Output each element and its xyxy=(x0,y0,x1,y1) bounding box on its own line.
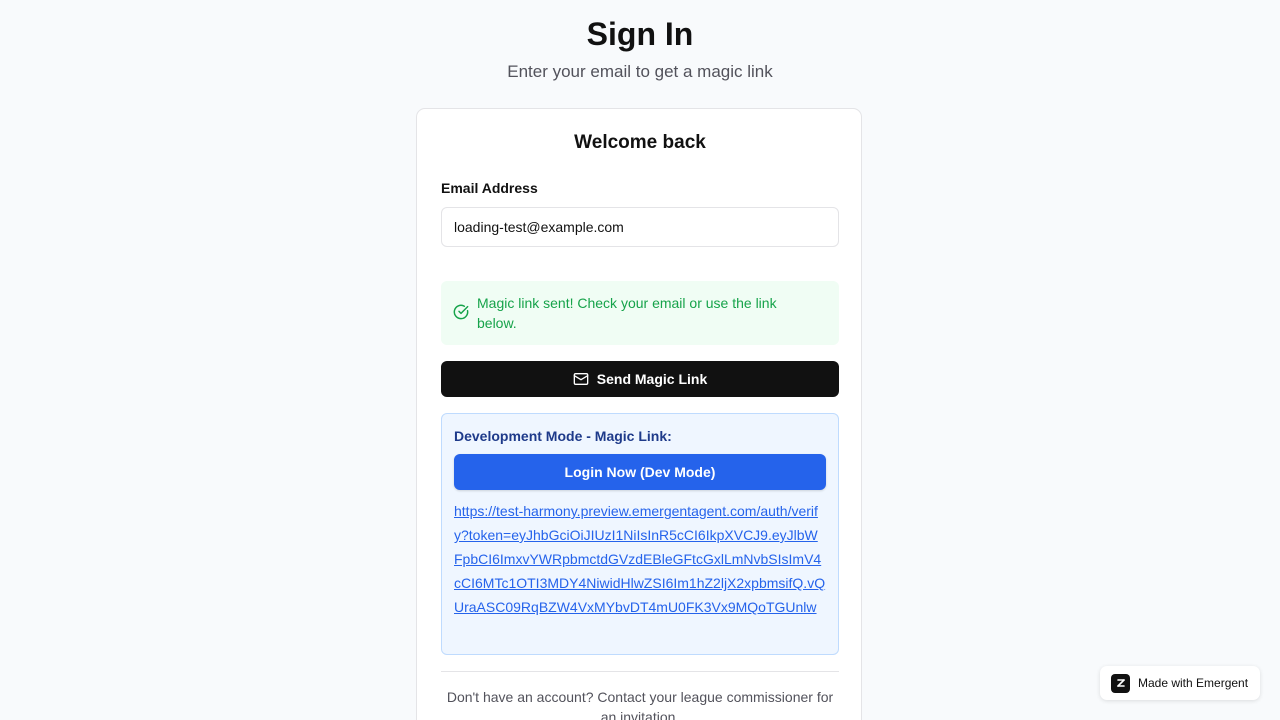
divider xyxy=(441,671,839,672)
dev-mode-title: Development Mode - Magic Link: xyxy=(454,428,672,444)
sign-in-page: Sign In Enter your email to get a magic … xyxy=(0,0,1280,720)
made-with-emergent-badge[interactable]: Made with Emergent xyxy=(1100,666,1260,700)
email-input[interactable] xyxy=(441,207,839,247)
badge-label: Made with Emergent xyxy=(1138,676,1249,690)
magic-link-url[interactable]: https://test-harmony.preview.emergentage… xyxy=(454,499,826,619)
send-magic-link-label: Send Magic Link xyxy=(596,371,708,387)
alert-message: Magic link sent! Check your email or use… xyxy=(477,295,777,331)
send-magic-link-button[interactable]: Send Magic Link xyxy=(441,361,839,397)
sign-in-card: Welcome back Email Address Magic link se… xyxy=(416,108,862,720)
dev-login-button[interactable]: Login Now (Dev Mode) xyxy=(454,454,826,490)
dev-mode-panel: Development Mode - Magic Link: Login Now… xyxy=(441,413,839,655)
no-account-text: Don't have an account? Contact your leag… xyxy=(446,689,834,720)
check-circle-icon xyxy=(453,304,469,320)
card-title: Welcome back xyxy=(574,132,706,153)
page-subtitle: Enter your email to get a magic link xyxy=(507,62,773,81)
page-title: Sign In xyxy=(586,16,694,52)
emergent-logo-icon xyxy=(1111,673,1130,693)
email-label: Email Address xyxy=(441,180,538,196)
success-alert: Magic link sent! Check your email or use… xyxy=(441,281,839,345)
mail-icon xyxy=(573,371,589,387)
